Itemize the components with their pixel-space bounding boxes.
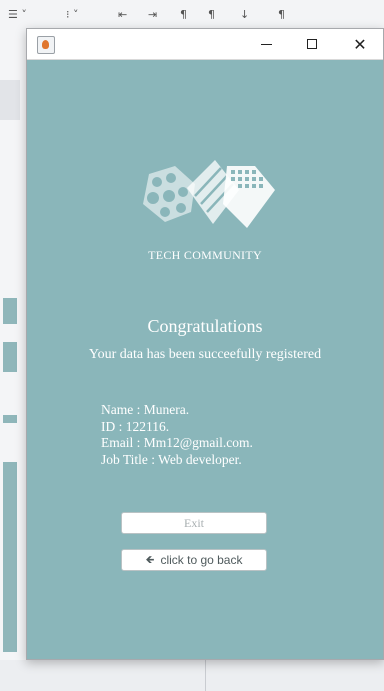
rtl-icon: ¶ (208, 8, 215, 21)
go-back-button[interactable]: 🡸 click to go back (121, 549, 267, 571)
java-icon (37, 36, 55, 54)
list-bullets-icon: ☰ ˅ (8, 8, 27, 21)
indent-increase-icon: ⇥ (148, 8, 158, 21)
user-details: Name : Munera. ID : 122116. Email : Mm12… (101, 402, 253, 468)
ltr-icon: ¶ (180, 8, 187, 21)
minimize-icon (260, 43, 272, 45)
background-side-strip (0, 30, 26, 670)
close-icon: ✕ (353, 34, 367, 54)
window-content: TECH COMMUNITY Congratulations Your data… (27, 60, 383, 659)
bg-teal-block (3, 298, 17, 324)
background-bottom (0, 660, 384, 691)
bg-divider (205, 660, 206, 691)
minimize-button[interactable] (243, 29, 289, 59)
title-bar[interactable]: ✕ (27, 29, 383, 60)
back-arrow-icon: 🡸 (145, 552, 155, 566)
maximize-button[interactable] (289, 29, 335, 59)
detail-job-title: Job Title : Web developer. (101, 451, 242, 467)
exit-button[interactable]: Exit (121, 512, 267, 534)
congratulations-heading: Congratulations (147, 316, 263, 336)
detail-email: Email : Mm12@gmail.com. (101, 435, 253, 450)
exit-button-label: Exit (184, 515, 204, 530)
maximize-icon (307, 39, 317, 49)
go-back-button-label: click to go back (160, 553, 243, 567)
close-button[interactable]: ✕ (337, 29, 383, 59)
registration-window: ✕ TECH COMMUNITY Congratulations Your da… (26, 28, 384, 660)
paragraph-mark-icon: ¶ (278, 8, 285, 21)
registration-message: Your data has been succeefully registere… (88, 347, 322, 362)
bg-teal-block (3, 342, 17, 372)
sort-icon: ↓ (240, 8, 250, 21)
community-name: TECH COMMUNITY (148, 248, 262, 262)
detail-id: ID : 122116. (101, 418, 170, 434)
background-toolbar: ☰ ˅ ⁝ ˅ ⇤ ⇥ ¶ ¶ ↓ ¶ (0, 0, 384, 31)
bg-teal-block (3, 462, 17, 652)
bg-teal-block (3, 415, 17, 423)
detail-name: Name : Munera. (101, 402, 190, 417)
list-numbers-icon: ⁝ ˅ (66, 8, 79, 21)
bg-block (0, 80, 20, 120)
indent-decrease-icon: ⇤ (118, 8, 128, 21)
tech-community-logo (143, 160, 275, 228)
